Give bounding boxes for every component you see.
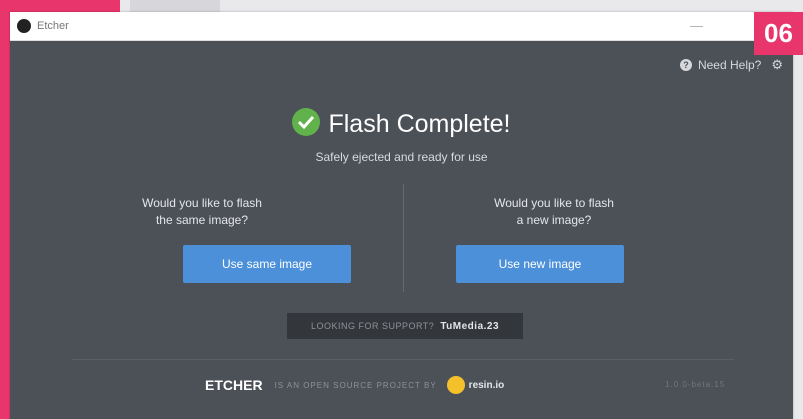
app-window: Etcher — ? Need Help? ⚙ Flash Complete! … [10, 12, 793, 419]
column-divider [403, 184, 404, 292]
use-same-image-button[interactable]: Use same image [183, 245, 351, 283]
help-label: Need Help? [697, 58, 762, 72]
use-new-image-button[interactable]: Use new image [456, 245, 624, 283]
version-label: 1.0.0-beta.15 [665, 380, 726, 389]
support-bar[interactable]: LOOKING FOR SUPPORT? TuMedia.23 [287, 313, 523, 339]
window-title: Etcher [37, 20, 69, 32]
right-prompt: Would you like to flash a new image? [454, 195, 654, 229]
footer-tagline: IS AN OPEN SOURCE PROJECT BY [274, 380, 437, 390]
minimize-icon[interactable]: — [690, 18, 703, 33]
background-decoration-grey [130, 0, 220, 12]
footer: ETCHER IS AN OPEN SOURCE PROJECT BY resi… [205, 376, 504, 394]
status-title: Flash Complete! [328, 110, 511, 138]
app-logo-icon [17, 19, 31, 33]
status-heading: Flash Complete! [10, 108, 793, 139]
question-icon: ? [679, 59, 692, 71]
help-link[interactable]: ? Need Help? ⚙ [679, 57, 783, 73]
right-prompt-line1: Would you like to flash [494, 196, 614, 210]
page-number-badge: 06 [754, 12, 803, 55]
resin-logo[interactable]: resin.io [446, 376, 505, 394]
title-bar: Etcher — [10, 12, 793, 41]
status-subtitle: Safely ejected and ready for use [315, 150, 488, 164]
left-prompt: Would you like to flash the same image? [102, 195, 302, 229]
support-link[interactable]: TuMedia.23 [440, 321, 499, 332]
right-prompt-line2: a new image? [516, 213, 592, 227]
left-prompt-line2: the same image? [155, 213, 249, 227]
resin-label: resin.io [468, 379, 505, 391]
etcher-logo[interactable]: ETCHER [205, 377, 263, 393]
footer-divider [72, 359, 734, 360]
resin-icon [446, 376, 465, 394]
support-text: LOOKING FOR SUPPORT? [310, 321, 435, 331]
left-prompt-line1: Would you like to flash [142, 196, 262, 210]
settings-gear-icon[interactable]: ⚙ [771, 57, 783, 73]
checkmark-icon [292, 108, 321, 136]
